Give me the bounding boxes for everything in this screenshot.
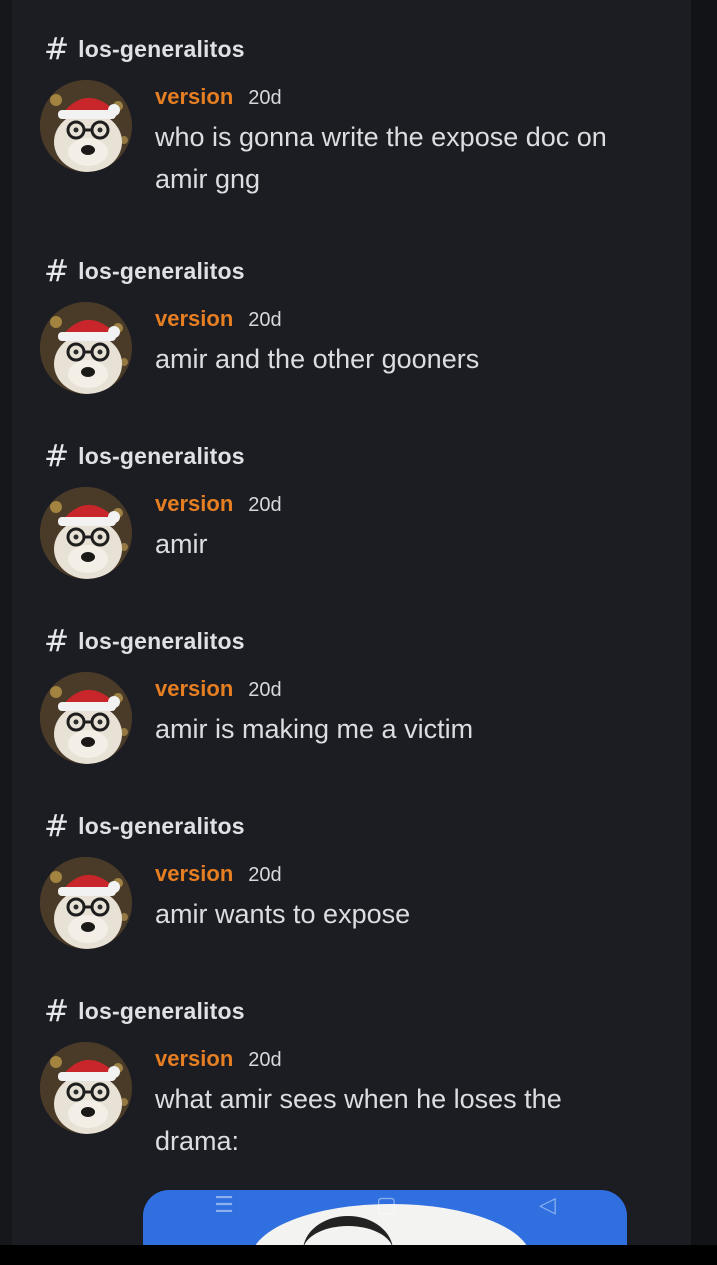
message-meta: version 20d — [155, 84, 691, 114]
channel-name: los-generalitos — [78, 258, 245, 284]
channel-name: los-generalitos — [78, 36, 245, 62]
hash-icon: # — [44, 623, 70, 659]
message-text: amir is making me a victim — [155, 714, 474, 744]
timestamp: 20d — [248, 1049, 282, 1071]
channel-header[interactable]: # los-generalitos — [12, 31, 691, 68]
timestamp: 20d — [248, 87, 282, 109]
bottom-black-bar — [0, 1245, 717, 1265]
hash-icon: # — [44, 993, 70, 1029]
message-text: what amir sees when he loses the drama: — [155, 1084, 562, 1156]
channel-name: los-generalitos — [78, 813, 245, 839]
message-meta: version 20d — [155, 306, 691, 336]
message-text: amir wants to expose — [155, 899, 411, 929]
timestamp: 20d — [248, 679, 282, 701]
author-name[interactable]: version — [155, 491, 233, 517]
message-text: amir and the other gooners — [155, 344, 480, 374]
hash-icon: # — [44, 438, 70, 474]
message[interactable]: version 20d what amir sees when he loses… — [12, 1030, 691, 1162]
message-block: # los-generalitos version 20d amir wants… — [12, 808, 691, 949]
avatar[interactable] — [40, 857, 132, 949]
avatar[interactable] — [40, 672, 132, 764]
message[interactable]: version 20d amir wants to expose — [12, 845, 691, 949]
message[interactable]: version 20d amir — [12, 475, 691, 579]
message-meta: version 20d — [155, 861, 691, 891]
recent-apps-icon[interactable]: ☰ — [214, 1192, 234, 1218]
hash-icon: # — [44, 808, 70, 844]
channel-name: los-generalitos — [78, 998, 245, 1024]
channel-name: los-generalitos — [78, 628, 245, 654]
home-icon[interactable]: ▢ — [376, 1192, 397, 1218]
channel-header[interactable]: # los-generalitos — [12, 993, 691, 1030]
avatar[interactable] — [40, 487, 132, 579]
avatar[interactable] — [40, 1042, 132, 1134]
message[interactable]: version 20d amir is making me a victim — [12, 660, 691, 764]
message[interactable]: version 20d amir and the other gooners — [12, 290, 691, 394]
hash-icon: # — [44, 31, 70, 67]
channel-name: los-generalitos — [78, 443, 245, 469]
channel-header[interactable]: # los-generalitos — [12, 808, 691, 845]
author-name[interactable]: version — [155, 861, 233, 887]
author-name[interactable]: version — [155, 1046, 233, 1072]
message-block: # los-generalitos version 20d amir — [12, 438, 691, 579]
message-block: # los-generalitos version 20d amir is ma… — [12, 623, 691, 764]
back-icon[interactable]: ◁ — [539, 1192, 556, 1218]
timestamp: 20d — [248, 864, 282, 886]
message[interactable]: version 20d who is gonna write the expos… — [12, 68, 691, 200]
channel-header[interactable]: # los-generalitos — [12, 438, 691, 475]
right-edge-strip — [691, 0, 717, 1245]
left-edge-strip — [0, 0, 12, 1245]
channel-header[interactable]: # los-generalitos — [12, 623, 691, 660]
channel-header[interactable]: # los-generalitos — [12, 253, 691, 290]
android-nav-overlay: ☰ ▢ ◁ — [143, 1190, 627, 1220]
message-meta: version 20d — [155, 676, 691, 706]
timestamp: 20d — [248, 309, 282, 331]
author-name[interactable]: version — [155, 84, 233, 110]
avatar[interactable] — [40, 80, 132, 172]
author-name[interactable]: version — [155, 306, 233, 332]
message-feed-panel[interactable]: # los-generalitos version 20d who is gon… — [12, 0, 691, 1245]
author-name[interactable]: version — [155, 676, 233, 702]
avatar[interactable] — [40, 302, 132, 394]
message-block: # los-generalitos version 20d what amir … — [12, 993, 691, 1162]
message-block: # los-generalitos version 20d amir and t… — [12, 253, 691, 394]
message-text: amir — [155, 529, 208, 559]
message-block: # los-generalitos version 20d who is gon… — [12, 31, 691, 200]
message-text: who is gonna write the expose doc on ami… — [155, 122, 607, 194]
message-meta: version 20d — [155, 1046, 691, 1076]
message-meta: version 20d — [155, 491, 691, 521]
timestamp: 20d — [248, 494, 282, 516]
hash-icon: # — [44, 253, 70, 289]
